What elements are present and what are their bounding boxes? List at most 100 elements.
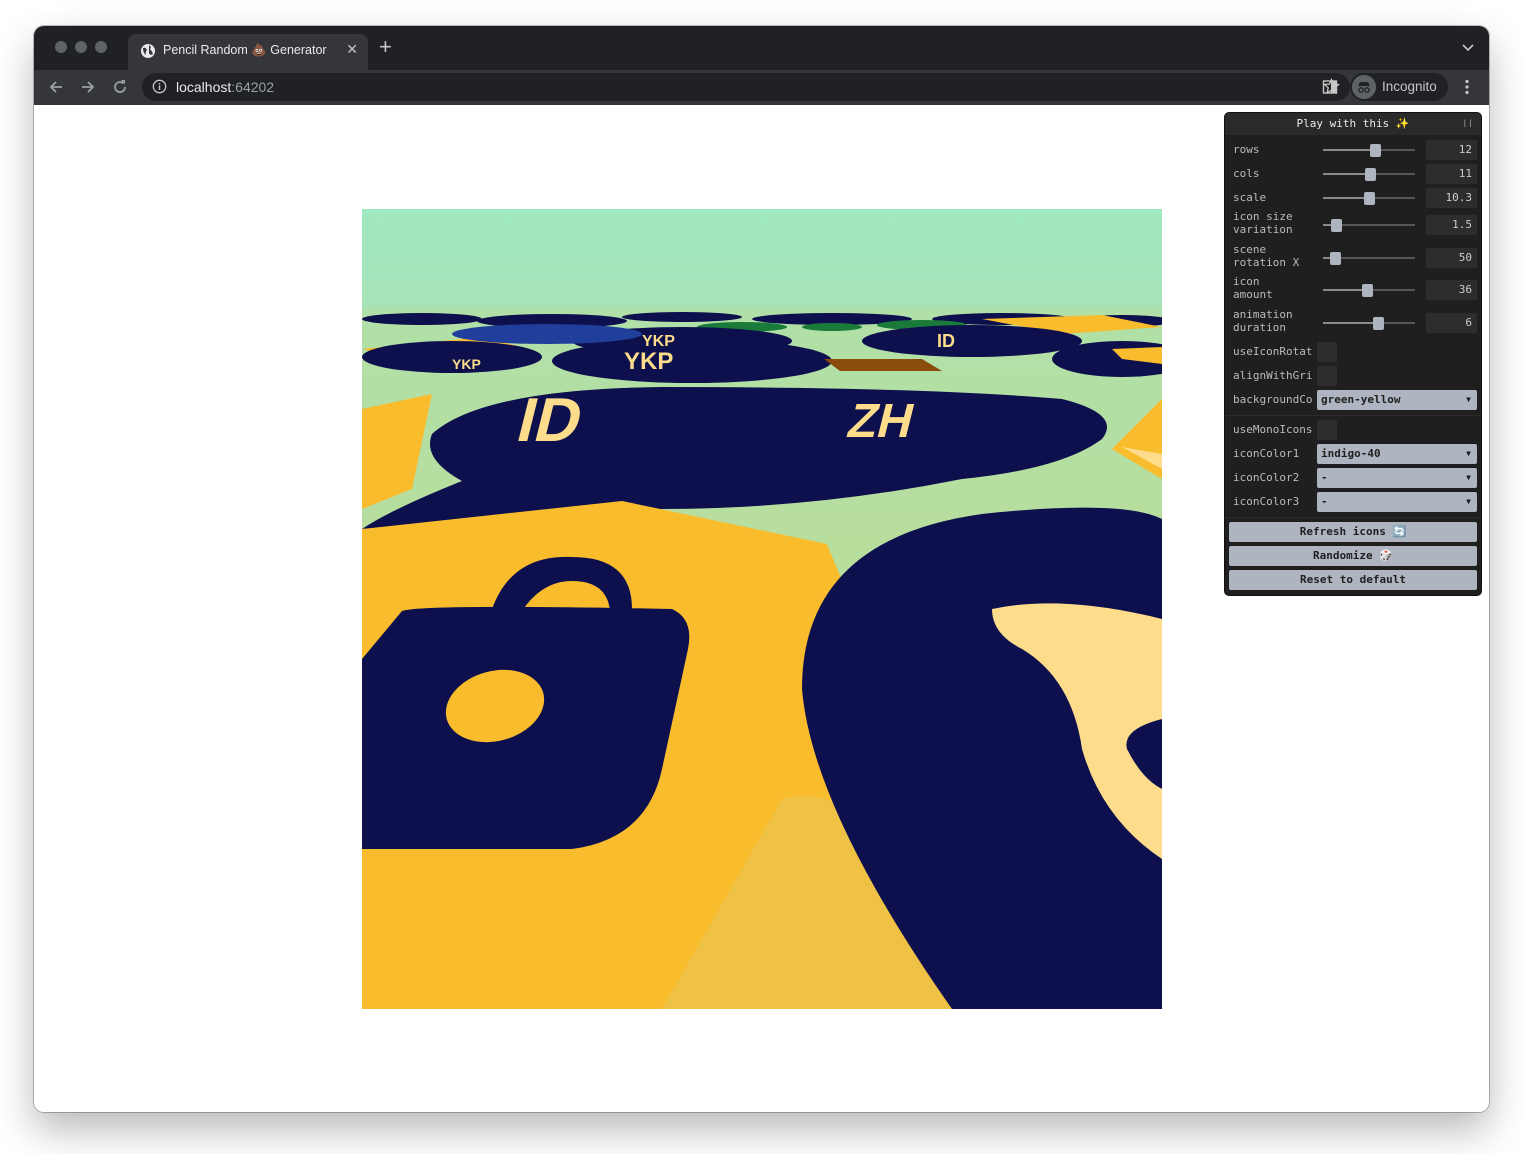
tab-strip: Pencil Random 💩 Generator ✕ + xyxy=(34,26,1489,70)
select-label: iconColor1 xyxy=(1233,447,1300,460)
tab-title: Pencil Random 💩 Generator xyxy=(163,43,327,57)
caret-down-icon: ▼ xyxy=(1466,497,1471,506)
background-color-select[interactable]: green-yellow ▼ xyxy=(1317,390,1477,410)
slider-thumb[interactable] xyxy=(1372,316,1384,330)
slider-fill xyxy=(1323,173,1371,175)
control-panel: Play with this ✨ ❘❘ rows 12 cols 11 scal… xyxy=(1225,113,1481,595)
slider-row-scale: scale 10.3 xyxy=(1225,186,1481,210)
randomize-button[interactable]: Randomize 🎲 xyxy=(1229,546,1477,566)
toggle-row-align-with-grid: alignWithGrid xyxy=(1225,364,1481,388)
page-viewport: YKP YKP YKP ID ID ZH Play with this ✨ ❘❘… xyxy=(34,105,1489,1112)
right-far-id-text: ID xyxy=(937,331,955,351)
back-arrow-icon[interactable] xyxy=(46,77,66,97)
slider-track[interactable] xyxy=(1323,322,1415,324)
incognito-profile-button[interactable]: Incognito xyxy=(1350,73,1448,101)
slider-label: icon amount xyxy=(1233,275,1273,301)
webgl-canvas[interactable]: YKP YKP YKP ID ID ZH xyxy=(362,209,1162,1009)
checkbox[interactable] xyxy=(1317,342,1337,362)
reset-to-default-button[interactable]: Reset to default xyxy=(1229,570,1477,590)
new-tab-button[interactable]: + xyxy=(379,36,392,58)
zoom-window-button[interactable] xyxy=(95,41,107,53)
number-input[interactable]: 10.3 xyxy=(1426,188,1477,208)
number-input[interactable]: 36 xyxy=(1426,280,1477,300)
toggle-label: useMonoIcons xyxy=(1233,423,1313,436)
collapse-icon[interactable]: ❘❘ xyxy=(1462,113,1473,135)
panel-title-bar[interactable]: Play with this ✨ ❘❘ xyxy=(1225,113,1481,135)
select-row-icon-color-1: iconColor1 indigo-40 ▼ xyxy=(1225,442,1481,466)
info-icon[interactable] xyxy=(152,79,167,94)
profile-label: Incognito xyxy=(1382,79,1437,94)
toggle-label: useIconRotation xyxy=(1233,345,1313,358)
side-panel-icon[interactable] xyxy=(1322,79,1338,95)
url-port: :64202 xyxy=(231,79,275,95)
slider-fill xyxy=(1323,149,1376,151)
incognito-icon xyxy=(1352,75,1376,99)
ticket-right-text: ZH xyxy=(842,395,919,448)
divider xyxy=(1225,415,1481,416)
caret-down-icon: ▼ xyxy=(1466,473,1471,482)
sky-background xyxy=(362,209,1162,319)
number-input[interactable]: 11 xyxy=(1426,164,1477,184)
slider-label: icon size variation xyxy=(1233,210,1293,236)
reload-icon[interactable] xyxy=(110,77,130,97)
select-value: indigo-40 xyxy=(1321,447,1381,460)
slider-thumb[interactable] xyxy=(1361,283,1373,297)
slider-label: scene rotation X xyxy=(1233,243,1300,269)
slider-label: rows xyxy=(1233,143,1260,156)
browser-toolbar: localhost:64202 Incognito xyxy=(34,70,1489,105)
slider-fill xyxy=(1323,322,1379,324)
icon-color-3-select[interactable]: - ▼ xyxy=(1317,492,1477,512)
mid-label-text: YKP xyxy=(624,348,673,375)
slider-row-animation-duration: animation duration 6 xyxy=(1225,308,1481,338)
slider-fill xyxy=(1323,197,1370,199)
select-row-icon-color-2: iconColor2 - ▼ xyxy=(1225,466,1481,490)
select-label: iconColor3 xyxy=(1233,495,1300,508)
slider-row-scene-rotation-x: scene rotation X 50 xyxy=(1225,243,1481,273)
divider xyxy=(1225,517,1481,518)
caret-down-icon: ▼ xyxy=(1466,395,1471,404)
number-input[interactable]: 50 xyxy=(1426,248,1477,268)
slider-row-rows: rows 12 xyxy=(1225,138,1481,162)
url-text: localhost:64202 xyxy=(176,79,274,95)
slider-label: cols xyxy=(1233,167,1260,180)
slider-label: scale xyxy=(1233,191,1267,204)
url-host: localhost xyxy=(176,79,232,95)
toggle-row-use-icon-rotation: useIconRotation xyxy=(1225,340,1481,364)
icon-color-1-select[interactable]: indigo-40 ▼ xyxy=(1317,444,1477,464)
number-input[interactable]: 6 xyxy=(1426,313,1477,333)
tab-close-icon[interactable]: ✕ xyxy=(346,41,358,58)
select-label: iconColor2 xyxy=(1233,471,1300,484)
select-label: backgroundColor xyxy=(1233,393,1313,406)
select-row-icon-color-3: iconColor3 - ▼ xyxy=(1225,490,1481,514)
slider-row-cols: cols 11 xyxy=(1225,162,1481,186)
address-bar[interactable]: localhost:64202 xyxy=(142,73,1350,101)
chevron-down-icon[interactable] xyxy=(1461,40,1475,54)
select-value: green-yellow xyxy=(1321,393,1401,406)
panel-title: Play with this ✨ xyxy=(1296,117,1410,130)
slider-thumb[interactable] xyxy=(1364,191,1376,205)
slider-thumb[interactable] xyxy=(1331,218,1343,232)
slider-row-icon-amount: icon amount 36 xyxy=(1225,275,1481,305)
browser-window: Pencil Random 💩 Generator ✕ + localhost:… xyxy=(34,26,1489,1112)
kebab-menu-icon[interactable] xyxy=(1458,78,1476,96)
left-label-text: YKP xyxy=(452,356,481,372)
slider-thumb[interactable] xyxy=(1369,143,1381,157)
tab-active[interactable]: Pencil Random 💩 Generator ✕ xyxy=(128,34,368,70)
close-window-button[interactable] xyxy=(55,41,67,53)
slider-fill xyxy=(1323,289,1368,291)
slider-label: animation duration xyxy=(1233,308,1293,334)
select-value: - xyxy=(1321,471,1328,484)
select-value: - xyxy=(1321,495,1328,508)
number-input[interactable]: 12 xyxy=(1426,140,1477,160)
refresh-icons-button[interactable]: Refresh icons 🔄 xyxy=(1229,522,1477,542)
forward-arrow-icon[interactable] xyxy=(78,77,98,97)
toggle-label: alignWithGrid xyxy=(1233,369,1313,382)
slider-thumb[interactable] xyxy=(1330,251,1342,265)
minimize-window-button[interactable] xyxy=(75,41,87,53)
globe-icon xyxy=(141,44,155,58)
icon-color-2-select[interactable]: - ▼ xyxy=(1317,468,1477,488)
checkbox[interactable] xyxy=(1317,366,1337,386)
slider-thumb[interactable] xyxy=(1365,167,1377,181)
checkbox[interactable] xyxy=(1317,420,1337,440)
number-input[interactable]: 1.5 xyxy=(1426,215,1477,235)
